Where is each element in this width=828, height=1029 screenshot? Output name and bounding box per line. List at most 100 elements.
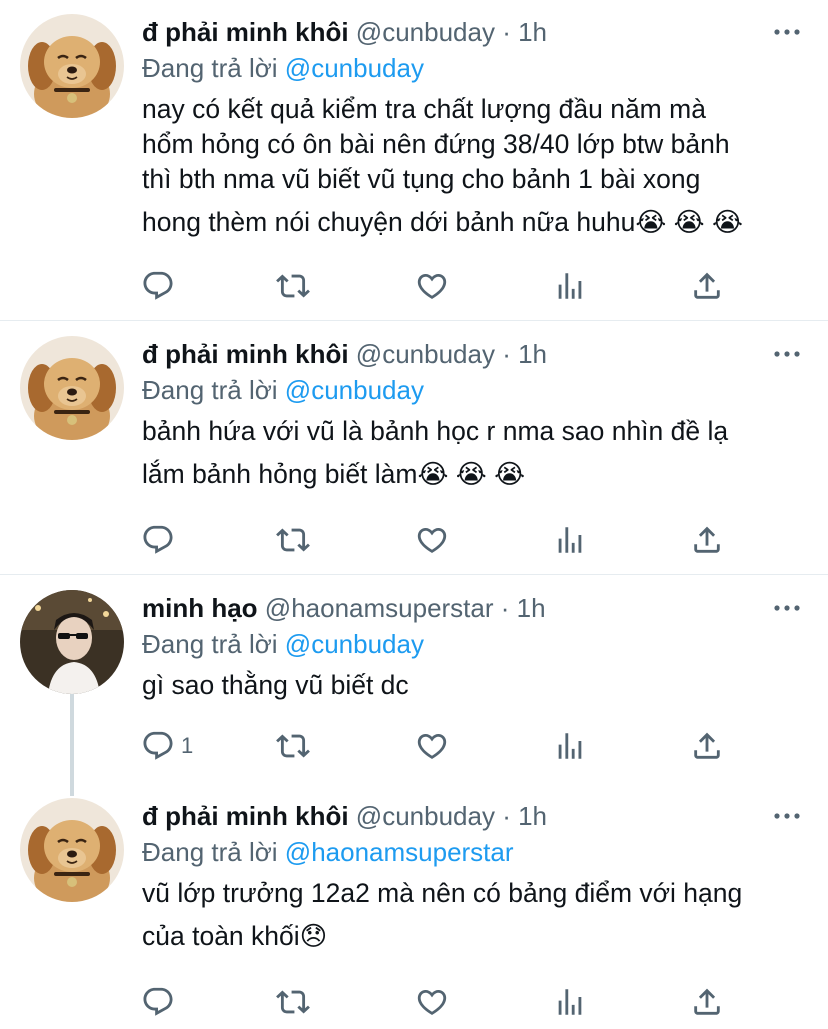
tweet-divider	[0, 320, 828, 321]
retweet-icon	[276, 269, 310, 303]
retweet-button[interactable]	[276, 726, 310, 766]
views-button[interactable]	[553, 520, 587, 560]
display-name[interactable]: đ phải minh khôi	[142, 17, 349, 47]
share-icon	[690, 269, 724, 303]
timestamp[interactable]: 1h	[518, 801, 547, 831]
tweet-divider	[0, 574, 828, 575]
more-icon[interactable]	[772, 596, 802, 620]
reply-count: 1	[181, 733, 194, 758]
reply-button[interactable]	[141, 520, 181, 560]
share-icon	[690, 729, 724, 763]
reply-icon	[141, 729, 175, 763]
tweet-text-line: hong thèm nói chuyện dới bảnh nữa huhu😭 …	[142, 207, 743, 237]
display-name[interactable]: đ phải minh khôi	[142, 801, 349, 831]
display-name[interactable]: minh hạo	[142, 593, 258, 623]
tweet-text-line: nay có kết quả kiểm tra chất lượng đầu n…	[142, 94, 706, 124]
retweet-button[interactable]	[276, 982, 310, 1022]
reply-button[interactable]	[141, 266, 181, 306]
tweet-text-line: thì bth nma vũ biết vũ tụng cho bảnh 1 b…	[142, 164, 701, 194]
tweet-4[interactable]: đ phải minh khôi @cunbuday · 1h Đang trả…	[0, 784, 828, 1029]
replying-to-line: Đang trả lời @cunbuday	[142, 626, 424, 662]
tweet-1[interactable]: đ phải minh khôi @cunbuday · 1h Đang trả…	[0, 0, 828, 320]
reply-icon	[141, 269, 175, 303]
avatar[interactable]	[20, 798, 124, 902]
reply-button[interactable]	[141, 982, 181, 1022]
timestamp[interactable]: 1h	[518, 17, 547, 47]
action-bar	[0, 520, 828, 560]
user-handle[interactable]: @cunbuday	[356, 339, 495, 369]
replying-prefix: Đang trả lời	[142, 375, 278, 405]
retweet-button[interactable]	[276, 520, 310, 560]
tweet-header: đ phải minh khôi @cunbuday · 1h	[142, 798, 758, 834]
user-handle[interactable]: @haonamsuperstar	[265, 593, 494, 623]
reply-mention-link[interactable]: @cunbuday	[285, 53, 424, 83]
like-button[interactable]	[415, 266, 449, 306]
tweet-3[interactable]: minh hạo @haonamsuperstar · 1h Đang trả …	[0, 576, 828, 786]
views-icon	[553, 269, 587, 303]
views-button[interactable]	[553, 726, 587, 766]
like-button[interactable]	[415, 982, 449, 1022]
more-icon[interactable]	[772, 20, 802, 44]
user-handle[interactable]: @cunbuday	[356, 801, 495, 831]
retweet-icon	[276, 729, 310, 763]
share-icon	[690, 985, 724, 1019]
retweet-icon	[276, 985, 310, 1019]
tweet-text-line: lắm bảnh hỏng biết làm😭 😭 😭	[142, 459, 526, 489]
user-handle[interactable]: @cunbuday	[356, 17, 495, 47]
tweet-header: đ phải minh khôi @cunbuday · 1h	[142, 14, 758, 50]
reply-icon	[141, 523, 175, 557]
replying-prefix: Đang trả lời	[142, 629, 278, 659]
like-icon	[415, 985, 449, 1019]
views-icon	[553, 523, 587, 557]
timestamp[interactable]: 1h	[518, 339, 547, 369]
retweet-button[interactable]	[276, 266, 310, 306]
tweet-text-line: bảnh hứa với vũ là bảnh học r nma sao nh…	[142, 416, 729, 446]
dog-avatar-image	[20, 798, 124, 902]
tweet-text-line: hổm hỏng có ôn bài nên đứng 38/40 lớp bt…	[142, 129, 730, 159]
tweet-2[interactable]: đ phải minh khôi @cunbuday · 1h Đang trả…	[0, 322, 828, 574]
display-name[interactable]: đ phải minh khôi	[142, 339, 349, 369]
tweet-header: minh hạo @haonamsuperstar · 1h	[142, 590, 758, 626]
tweet-text-line: gì sao thằng vũ biết dc	[142, 670, 409, 700]
tweet-text-line: vũ lớp trưởng 12a2 mà nên có bảng điểm v…	[142, 878, 743, 908]
separator-dot: ·	[502, 339, 511, 369]
like-icon	[415, 523, 449, 557]
replying-to-line: Đang trả lời @cunbuday	[142, 372, 424, 408]
views-button[interactable]	[553, 266, 587, 306]
views-button[interactable]	[553, 982, 587, 1022]
like-icon	[415, 729, 449, 763]
share-button[interactable]	[690, 726, 724, 766]
reply-mention-link[interactable]: @cunbuday	[285, 629, 424, 659]
action-bar	[0, 982, 828, 1022]
more-icon[interactable]	[772, 342, 802, 366]
replying-prefix: Đang trả lời	[142, 837, 278, 867]
avatar[interactable]	[20, 590, 124, 694]
timestamp[interactable]: 1h	[517, 593, 546, 623]
avatar[interactable]	[20, 14, 124, 118]
share-icon	[690, 523, 724, 557]
person-avatar-image	[20, 590, 124, 694]
like-icon	[415, 269, 449, 303]
replying-to-line: Đang trả lời @haonamsuperstar	[142, 834, 514, 870]
views-icon	[553, 985, 587, 1019]
more-icon[interactable]	[772, 804, 802, 828]
action-bar: 1	[0, 726, 828, 766]
share-button[interactable]	[690, 266, 724, 306]
reply-icon	[141, 985, 175, 1019]
dog-avatar-image	[20, 14, 124, 118]
replying-to-line: Đang trả lời @cunbuday	[142, 50, 424, 86]
avatar[interactable]	[20, 336, 124, 440]
share-button[interactable]	[690, 982, 724, 1022]
reply-mention-link[interactable]: @haonamsuperstar	[285, 837, 514, 867]
like-button[interactable]	[415, 520, 449, 560]
share-button[interactable]	[690, 520, 724, 560]
reply-button[interactable]: 1	[141, 726, 193, 766]
tweet-text: gì sao thằng vũ biết dc	[142, 668, 810, 703]
like-button[interactable]	[415, 726, 449, 766]
reply-mention-link[interactable]: @cunbuday	[285, 375, 424, 405]
action-bar	[0, 266, 828, 306]
tweet-header: đ phải minh khôi @cunbuday · 1h	[142, 336, 758, 372]
views-icon	[553, 729, 587, 763]
tweet-text: vũ lớp trưởng 12a2 mà nên có bảng điểm v…	[142, 876, 810, 954]
tweet-text: bảnh hứa với vũ là bảnh học r nma sao nh…	[142, 414, 810, 492]
